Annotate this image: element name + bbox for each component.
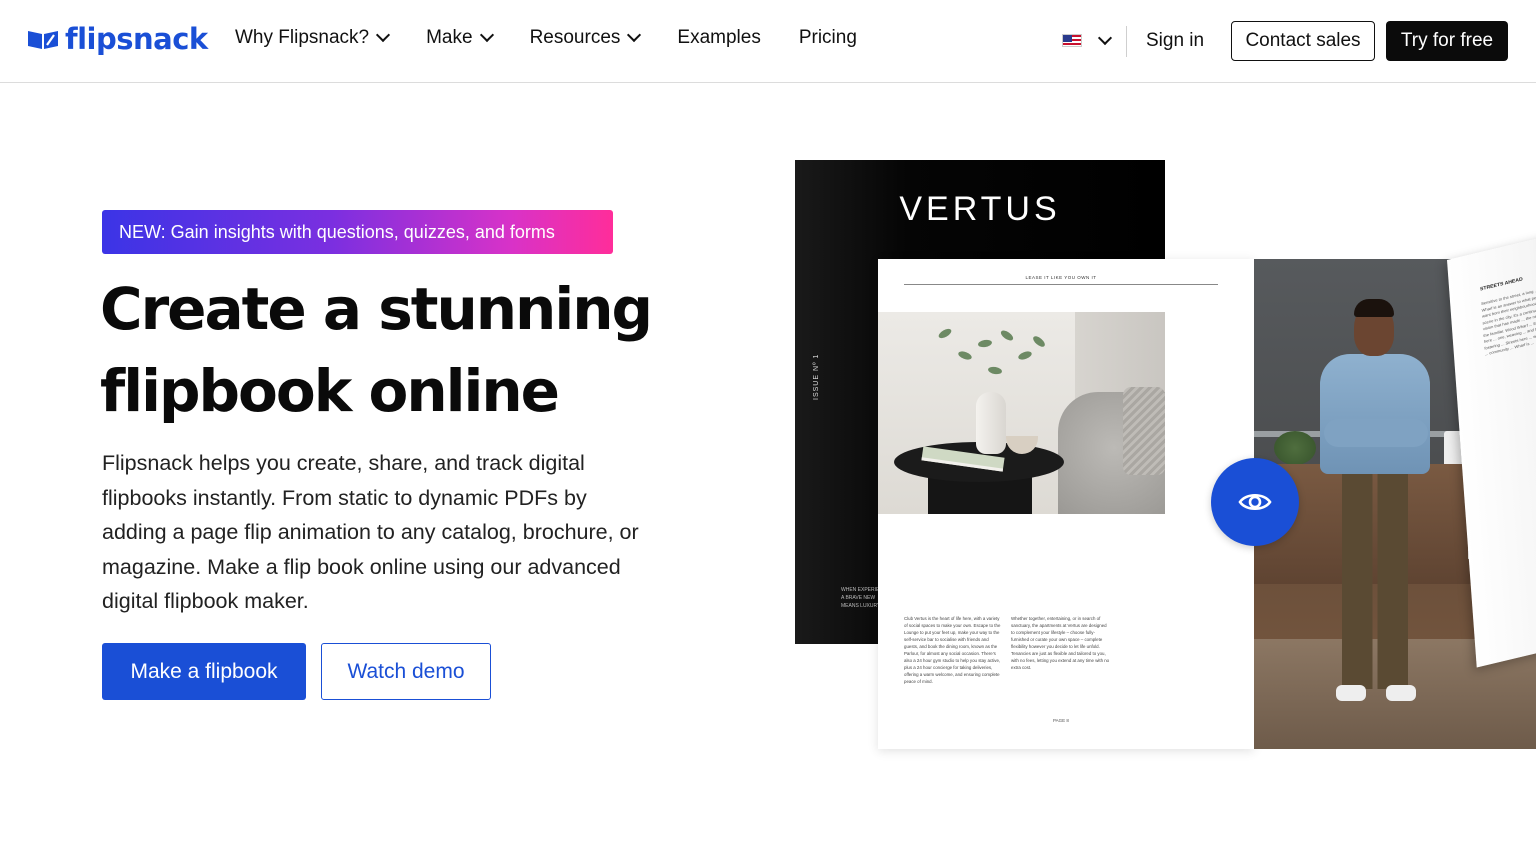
eye-icon — [1238, 493, 1272, 511]
cover-issue: ISSUE Nº 1 — [813, 353, 820, 400]
chevron-down-icon — [376, 27, 391, 43]
hero-title-line1: Create a stunning — [100, 275, 653, 343]
flipbook-preview: VERTUS ISSUE Nº 1 WHEN EXPERIEN A BRAVE … — [795, 160, 1536, 760]
flipsnack-logo[interactable]: flipsnack — [27, 22, 208, 56]
nav-label: Examples — [677, 27, 761, 48]
chevron-down-icon — [627, 27, 642, 43]
living-room-photo — [878, 312, 1165, 514]
site-header: flipsnack Why Flipsnack? Make Resources … — [0, 0, 1536, 83]
page-rule — [904, 284, 1218, 285]
contact-sales-button[interactable]: Contact sales — [1231, 21, 1375, 61]
nav-label: Make — [426, 27, 473, 48]
preview-button[interactable] — [1211, 458, 1299, 546]
magazine-left-page: LEASE IT LIKE YOU OWN IT Club Vertus is … — [878, 259, 1254, 749]
page-heading: LEASE IT LIKE YOU OWN IT — [1025, 275, 1097, 280]
flip-page-text: Sensitive to the street, a long ... Wood… — [1480, 285, 1536, 357]
sign-in-link[interactable]: Sign in — [1146, 30, 1204, 52]
nav-why-flipsnack[interactable]: Why Flipsnack? — [235, 27, 391, 49]
main-nav: Why Flipsnack? Make Resources Examples P… — [235, 27, 895, 49]
page-text-column-1: Club Vertus is the heart of life here, w… — [904, 616, 1001, 684]
nav-examples[interactable]: Examples — [677, 27, 760, 49]
header-divider — [1126, 26, 1127, 57]
new-feature-badge[interactable]: NEW: Gain insights with questions, quizz… — [102, 210, 613, 254]
flip-page-heading: STREETS AHEAD — [1479, 276, 1523, 293]
page-number: PAGE 8 — [1053, 718, 1069, 723]
chevron-down-icon — [479, 27, 494, 43]
hero-title: Create a stunning flipbook online — [100, 268, 700, 432]
make-flipbook-button[interactable]: Make a flipbook — [102, 643, 306, 700]
nav-make[interactable]: Make — [426, 27, 494, 49]
nav-label: Pricing — [798, 27, 857, 48]
nav-label: Why Flipsnack? — [235, 27, 370, 48]
us-flag-icon — [1062, 34, 1082, 47]
cover-title: VERTUS — [899, 190, 1061, 228]
page-text-column-2: Whether together, entertaining, or in se… — [1011, 616, 1110, 670]
chevron-down-icon — [1097, 30, 1113, 45]
watch-demo-button[interactable]: Watch demo — [321, 643, 491, 700]
nav-pricing[interactable]: Pricing — [799, 27, 857, 49]
nav-label: Resources — [529, 27, 621, 48]
flipsnack-logo-icon — [27, 27, 59, 51]
nav-resources[interactable]: Resources — [529, 27, 642, 49]
try-for-free-button[interactable]: Try for free — [1386, 21, 1508, 61]
hero-title-line2: flipbook online — [100, 357, 560, 425]
logo-text: flipsnack — [65, 22, 208, 56]
hero-description: Flipsnack helps you create, share, and t… — [102, 451, 639, 613]
language-selector[interactable] — [1062, 30, 1113, 47]
